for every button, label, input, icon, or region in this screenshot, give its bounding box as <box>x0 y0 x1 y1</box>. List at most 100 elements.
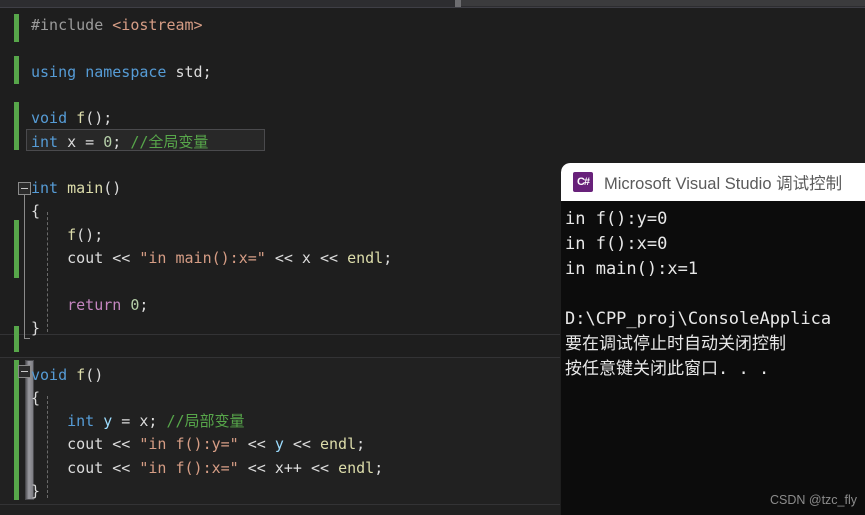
code-token: () <box>85 365 104 384</box>
code-token: y <box>274 435 284 454</box>
code-token: ; <box>356 435 366 454</box>
change-bar-main-body <box>14 220 19 278</box>
code-token: 0 <box>103 132 113 151</box>
code-token: () <box>103 179 122 198</box>
code-line-17[interactable]: int y = x; //局部变量 <box>31 412 245 431</box>
console-title-bar[interactable]: C# Microsoft Visual Studio 调试控制 <box>561 163 865 201</box>
code-line-15[interactable]: void f() <box>31 366 103 385</box>
code-token: using <box>31 62 77 81</box>
console-output[interactable]: in f():y=0 in f():x=0 in main():x=1 D:\CPP_… <box>561 201 865 515</box>
code-line-10[interactable]: cout << "in main():x=" << x << endl; <box>31 249 392 268</box>
code-line-12[interactable]: return 0; <box>31 296 148 315</box>
pane-divider-mid <box>0 357 560 358</box>
code-line-9[interactable]: f(); <box>31 226 103 245</box>
code-line-8[interactable]: { <box>31 202 40 221</box>
code-token: void <box>31 109 68 128</box>
pane-divider-top <box>0 334 560 335</box>
code-line-16[interactable]: { <box>31 389 40 408</box>
code-line-2[interactable]: using namespace std; <box>31 63 212 82</box>
code-line-5[interactable]: int x = 0; //全局变量 <box>31 133 208 152</box>
code-token: ; <box>139 295 149 314</box>
code-token: ; <box>374 458 384 477</box>
visual-studio-icon-glyph: C# <box>576 176 590 188</box>
code-line-13[interactable]: } <box>31 319 40 338</box>
code-token: ; <box>383 249 393 267</box>
splitter-grip[interactable] <box>455 0 461 7</box>
code-token: << <box>283 435 320 454</box>
fold-guide-main <box>24 195 25 338</box>
code-line-7[interactable]: int main() <box>31 179 121 198</box>
splitter-segment <box>461 0 865 6</box>
code-token: cout << <box>31 249 140 267</box>
code-token: (); <box>85 109 113 128</box>
change-bar-using <box>14 56 19 84</box>
code-token: << x << <box>265 249 348 267</box>
code-token: endl <box>347 249 384 267</box>
screenshot-root: #include <iostream> using namespace std; v… <box>0 0 865 515</box>
code-token: "in f():y=" <box>139 435 239 454</box>
console-line-1: in f():x=0 <box>565 234 668 254</box>
code-line-4[interactable]: void f(); <box>31 109 112 128</box>
debug-console-window[interactable]: C# Microsoft Visual Studio 调试控制 in f():y… <box>561 163 865 515</box>
code-token: f <box>76 109 86 128</box>
csdn-watermark: CSDN @tzc_fly <box>769 493 857 507</box>
code-token: } <box>31 482 41 500</box>
code-token: <iostream> <box>112 16 203 34</box>
code-token: cout << <box>31 458 140 477</box>
code-token: "in main():x=" <box>139 249 266 267</box>
code-token: return <box>67 295 122 314</box>
fold-guide-main-foot <box>24 338 30 339</box>
code-token: { <box>31 388 41 407</box>
code-token: "in f():x=" <box>139 458 239 477</box>
code-line-0[interactable]: #include <iostream> <box>31 16 203 35</box>
change-bar-main-close <box>14 326 19 352</box>
code-token: = x; <box>112 412 167 431</box>
code-token: (); <box>76 225 104 244</box>
change-bar-globals <box>14 102 19 150</box>
code-token: //全局变量 <box>130 132 209 151</box>
code-token: std; <box>166 62 212 81</box>
code-token: int <box>67 412 95 431</box>
code-line-19[interactable]: cout << "in f():x=" << x++ << endl; <box>31 459 383 478</box>
code-line-18[interactable]: cout << "in f():y=" << y << endl; <box>31 435 365 454</box>
code-token: #include <box>31 16 113 34</box>
code-token: f <box>67 225 77 244</box>
code-token: namespace <box>85 62 167 81</box>
code-line-20[interactable]: } <box>31 482 40 501</box>
code-token: f <box>76 365 86 384</box>
code-token: endl <box>338 458 375 477</box>
change-bar-include <box>14 14 19 42</box>
collapse-main-icon[interactable] <box>18 182 31 195</box>
code-token: { <box>31 202 41 221</box>
code-token: void <box>31 365 68 384</box>
console-line-4: D:\CPP_proj\ConsoleApplica <box>565 309 832 329</box>
collapse-f-icon[interactable] <box>18 365 31 378</box>
code-token: ; <box>112 132 131 151</box>
visual-studio-icon: C# <box>573 172 593 192</box>
code-token: } <box>31 318 41 337</box>
console-line-6: 按任意键关闭此窗口. . . <box>565 359 770 379</box>
code-token: int <box>31 132 59 151</box>
console-line-0: in f():y=0 <box>565 209 668 229</box>
console-line-2: in main():x=1 <box>565 259 699 279</box>
code-token: int <box>31 179 59 198</box>
console-line-5: 要在调试停止时自动关闭控制 <box>565 334 786 354</box>
code-token: endl <box>320 435 357 454</box>
code-token: << x++ << <box>238 458 339 477</box>
code-token: y <box>103 412 113 431</box>
editor-splitter-strip[interactable] <box>0 0 865 8</box>
code-token: //局部变量 <box>166 412 245 431</box>
pane-divider-bottom <box>0 504 560 505</box>
code-token: cout << <box>31 435 140 454</box>
code-token: x = <box>58 132 104 151</box>
